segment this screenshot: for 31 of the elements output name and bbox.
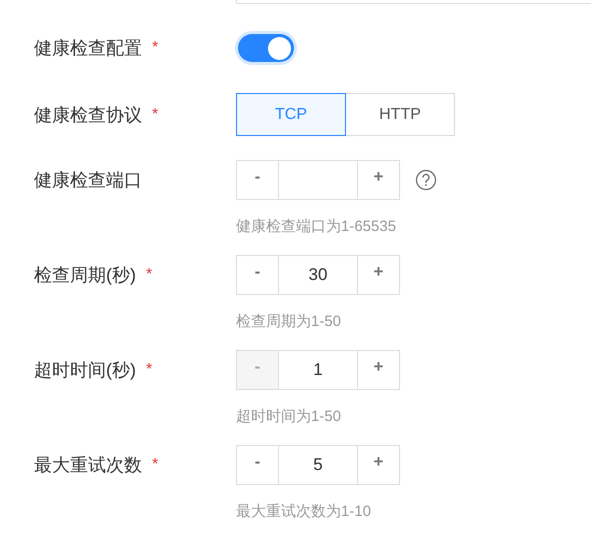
protocol-option[interactable]: TCP	[236, 93, 346, 136]
decrement-button[interactable]: -	[236, 255, 279, 295]
field-label: 健康检查协议	[34, 104, 142, 126]
hint-text: 超时时间为1-50	[236, 407, 342, 427]
number-input[interactable]: 1	[279, 350, 357, 390]
increment-button[interactable]: +	[357, 160, 400, 200]
number-input[interactable]	[279, 160, 357, 200]
required-mark: *	[146, 266, 152, 284]
input-field[interactable]	[236, 0, 591, 4]
number-input[interactable]: 5	[279, 445, 357, 485]
field-label: 检查周期(秒)	[34, 264, 136, 287]
required-mark: *	[152, 106, 158, 124]
increment-button[interactable]: +	[357, 350, 400, 390]
required-mark: *	[152, 39, 158, 57]
decrement-button[interactable]: -	[236, 445, 279, 485]
field-label: 最大重试次数	[34, 454, 142, 477]
field-label: 超时时间(秒)	[34, 359, 136, 382]
required-mark: *	[152, 456, 158, 474]
hint-text: 检查周期为1-50	[236, 312, 342, 332]
field-label: 健康检查端口	[34, 169, 142, 192]
hint-text: 健康检查端口为1-65535	[236, 217, 398, 237]
decrement-button[interactable]: -	[236, 160, 279, 200]
toggle-switch[interactable]	[238, 34, 294, 62]
increment-button[interactable]: +	[357, 255, 400, 295]
hint-text: 最大重试次数为1-10	[236, 502, 372, 522]
field-label: 健康检查配置	[34, 37, 142, 60]
required-mark: *	[146, 361, 152, 379]
increment-button[interactable]: +	[357, 445, 400, 485]
help-icon[interactable]	[415, 169, 437, 191]
number-input[interactable]: 30	[279, 255, 357, 295]
protocol-option[interactable]: HTTP	[345, 93, 455, 136]
